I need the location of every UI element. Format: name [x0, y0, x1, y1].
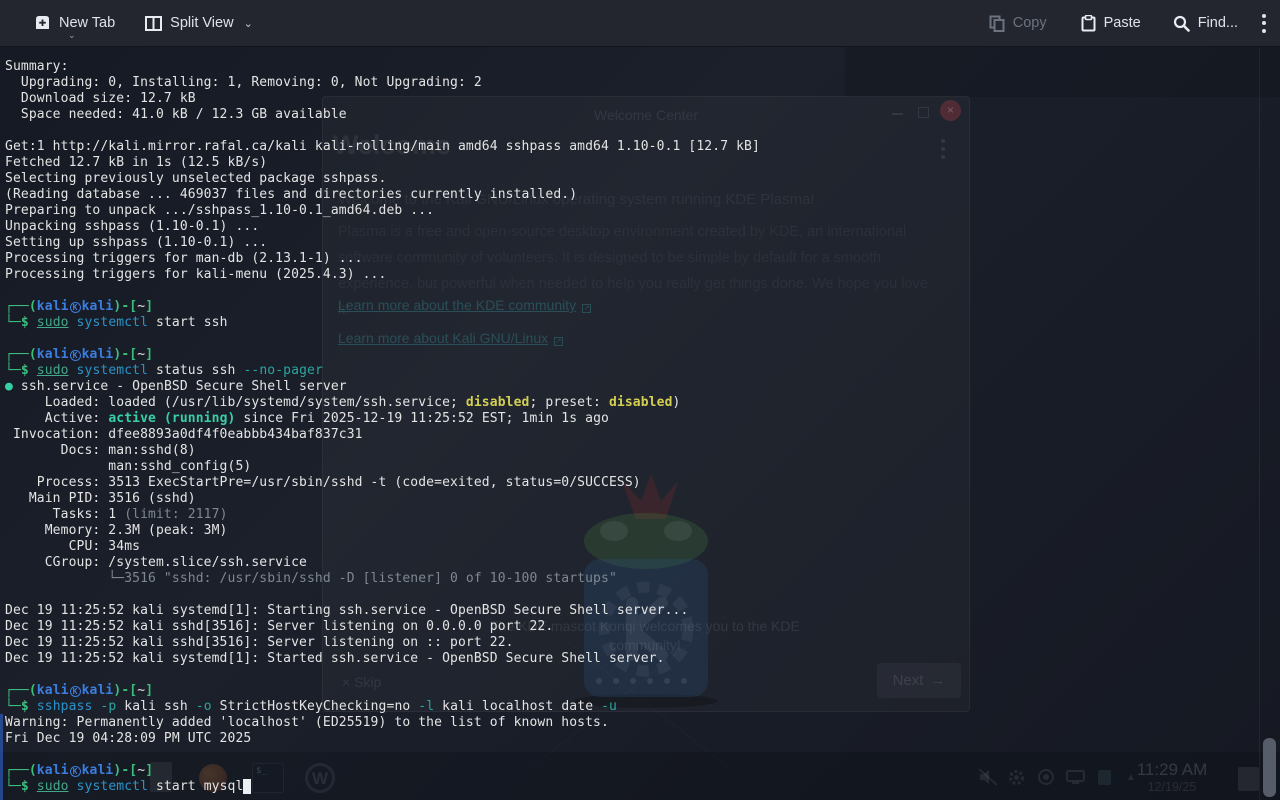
terminal-line: ┌──(kaliKkali)-[~] — [5, 347, 1258, 363]
terminal-line: Dec 19 11:25:52 kali sshd[3516]: Server … — [5, 619, 1258, 635]
terminal-line — [5, 331, 1258, 347]
search-icon — [1173, 15, 1190, 32]
desktop-screen: Welcome Center × Welcome Welcome to the … — [0, 0, 1280, 800]
terminal-line: Selecting previously unselected package … — [5, 171, 1258, 187]
copy-label: Copy — [1013, 15, 1047, 31]
paste-icon — [1081, 15, 1096, 32]
terminal-line: Docs: man:sshd(8) — [5, 443, 1258, 459]
scrollbar-track — [1259, 48, 1260, 800]
terminal-line: └─$ sudo systemctl status ssh --no-pager — [5, 363, 1258, 379]
terminal-line: Process: 3513 ExecStartPre=/usr/sbin/ssh… — [5, 475, 1258, 491]
terminal-output[interactable]: Summary: Upgrading: 0, Installing: 1, Re… — [0, 48, 1258, 800]
terminal-line: Setting up sshpass (1.10-0.1) ... — [5, 235, 1258, 251]
terminal-line: └─$ sudo systemctl start ssh — [5, 315, 1258, 331]
terminal-line: ┌──(kaliKkali)-[~] — [5, 299, 1258, 315]
terminal-line: Tasks: 1 (limit: 2117) — [5, 507, 1258, 523]
terminal-line: Fri Dec 19 04:28:09 PM UTC 2025 — [5, 731, 1258, 747]
copy-button[interactable]: Copy — [979, 0, 1057, 46]
chevron-down-icon[interactable]: ⌄ — [68, 30, 76, 41]
overflow-menu-button[interactable] — [1248, 14, 1280, 33]
terminal-line: Get:1 http://kali.mirror.rafal.ca/kali k… — [5, 139, 1258, 155]
terminal-line: Active: active (running) since Fri 2025-… — [5, 411, 1258, 427]
terminal-line: Download size: 12.7 kB — [5, 91, 1258, 107]
terminal-line: Invocation: dfee8893a0df4f0eabbb434baf83… — [5, 427, 1258, 443]
terminal-line: Space needed: 41.0 kB / 12.3 GB availabl… — [5, 107, 1258, 123]
terminal-line: CGroup: /system.slice/ssh.service — [5, 555, 1258, 571]
terminal-line: └─3516 "sshd: /usr/sbin/sshd -D [listene… — [5, 571, 1258, 587]
terminal-line: Memory: 2.3M (peak: 3M) — [5, 523, 1258, 539]
new-tab-label: New Tab — [59, 15, 115, 31]
paste-label: Paste — [1104, 15, 1141, 31]
terminal-line: Dec 19 11:25:52 kali systemd[1]: Startin… — [5, 603, 1258, 619]
scrollbar-thumb[interactable] — [1263, 738, 1276, 797]
terminal-line: Summary: — [5, 59, 1258, 75]
find-label: Find... — [1198, 15, 1238, 31]
terminal-line — [5, 123, 1258, 139]
terminal-line: Upgrading: 0, Installing: 1, Removing: 0… — [5, 75, 1258, 91]
kali-circled-symbol: K — [70, 766, 81, 777]
kali-circled-symbol: K — [70, 686, 81, 697]
terminal-line — [5, 283, 1258, 299]
terminal-line: (Reading database ... 469037 files and d… — [5, 187, 1258, 203]
terminal-line: ● ssh.service - OpenBSD Secure Shell ser… — [5, 379, 1258, 395]
split-view-button[interactable]: Split View ⌄ — [135, 0, 263, 46]
terminal-line: Preparing to unpack .../sshpass_1.10-0.1… — [5, 203, 1258, 219]
kali-circled-symbol: K — [70, 302, 81, 313]
split-view-label: Split View — [170, 15, 233, 31]
split-view-icon — [145, 16, 162, 31]
terminal-line: Unpacking sshpass (1.10-0.1) ... — [5, 219, 1258, 235]
terminal-line: Processing triggers for kali-menu (2025.… — [5, 267, 1258, 283]
terminal-line: └─$ sshpass -p kali ssh -o StrictHostKey… — [5, 699, 1258, 715]
terminal-line: ┌──(kaliKkali)-[~] — [5, 683, 1258, 699]
terminal-line: Dec 19 11:25:52 kali sshd[3516]: Server … — [5, 635, 1258, 651]
new-tab-button[interactable]: New Tab ⌄ — [0, 0, 125, 46]
terminal-line — [5, 747, 1258, 763]
new-tab-icon — [34, 15, 51, 31]
terminal-line: man:sshd_config(5) — [5, 459, 1258, 475]
terminal-line: CPU: 34ms — [5, 539, 1258, 555]
terminal-line: └─$ sudo systemctl start mysql — [5, 779, 1258, 795]
terminal-line: Processing triggers for man-db (2.13.1-1… — [5, 251, 1258, 267]
terminal-cursor — [243, 779, 251, 794]
terminal-line — [5, 667, 1258, 683]
terminal-toolbar: New Tab ⌄ Split View ⌄ Copy Paste Find..… — [0, 0, 1280, 47]
copy-icon — [989, 15, 1005, 32]
terminal-line: Warning: Permanently added 'localhost' (… — [5, 715, 1258, 731]
paste-button[interactable]: Paste — [1071, 0, 1151, 46]
terminal-line: Main PID: 3516 (sshd) — [5, 491, 1258, 507]
terminal-line: ┌──(kaliKkali)-[~] — [5, 763, 1258, 779]
terminal-line: Fetched 12.7 kB in 1s (12.5 kB/s) — [5, 155, 1258, 171]
kali-circled-symbol: K — [70, 350, 81, 361]
terminal-line: Loaded: loaded (/usr/lib/systemd/system/… — [5, 395, 1258, 411]
chevron-down-icon[interactable]: ⌄ — [244, 17, 253, 30]
terminal-line — [5, 587, 1258, 603]
terminal-line: Dec 19 11:25:52 kali systemd[1]: Started… — [5, 651, 1258, 667]
find-button[interactable]: Find... — [1163, 0, 1248, 46]
